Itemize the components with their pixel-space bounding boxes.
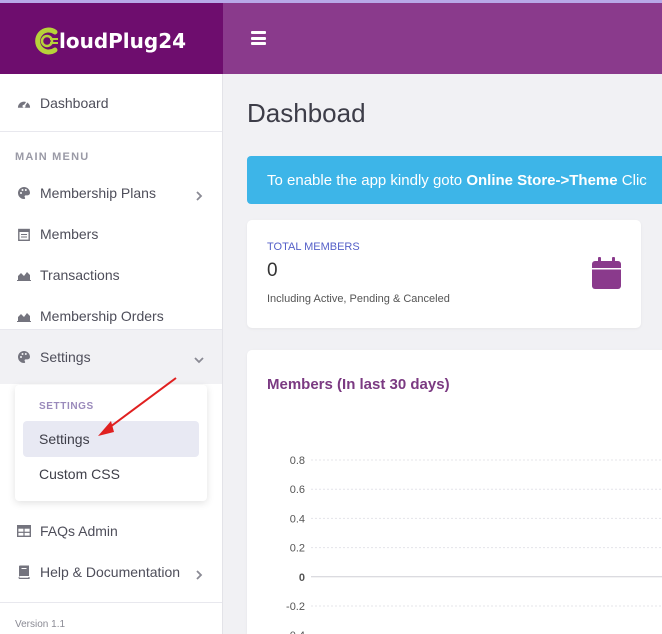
chart-y-tick-label: -0.2 <box>286 601 305 613</box>
alert-text-suffix: Clic <box>617 171 647 189</box>
chart-y-tick-label: 0.8 <box>290 455 305 467</box>
members-chart: 0.8 0.6 0.4 0.2 0 -0.2 -0.4 <box>286 455 662 634</box>
calendar-icon <box>592 257 621 289</box>
page-title: Dashboad <box>247 98 366 128</box>
total-members-card: TOTAL MEMBERS 0 Including Active, Pendin… <box>247 220 641 328</box>
alert-text-bold: Online Store->Theme <box>466 171 618 189</box>
stat-value: 0 <box>267 260 278 281</box>
chart-y-tick-label: 0 <box>299 572 305 584</box>
chart-y-tick-label: 0.6 <box>290 484 305 496</box>
chart-y-tick-label: -0.4 <box>286 630 305 634</box>
chart-y-tick-label: 0.4 <box>290 513 305 525</box>
stat-subtext: Including Active, Pending & Canceled <box>267 293 450 305</box>
stat-label: TOTAL MEMBERS <box>267 241 360 253</box>
info-alert: To enable the app kindly goto Online Sto… <box>247 156 662 204</box>
alert-text-prefix: To enable the app kindly goto <box>267 171 467 189</box>
chart-y-tick-label: 0.2 <box>290 543 305 555</box>
members-chart-card: Members (In last 30 days) 0.8 0.6 0.4 0.2 0-… <box>247 350 662 634</box>
